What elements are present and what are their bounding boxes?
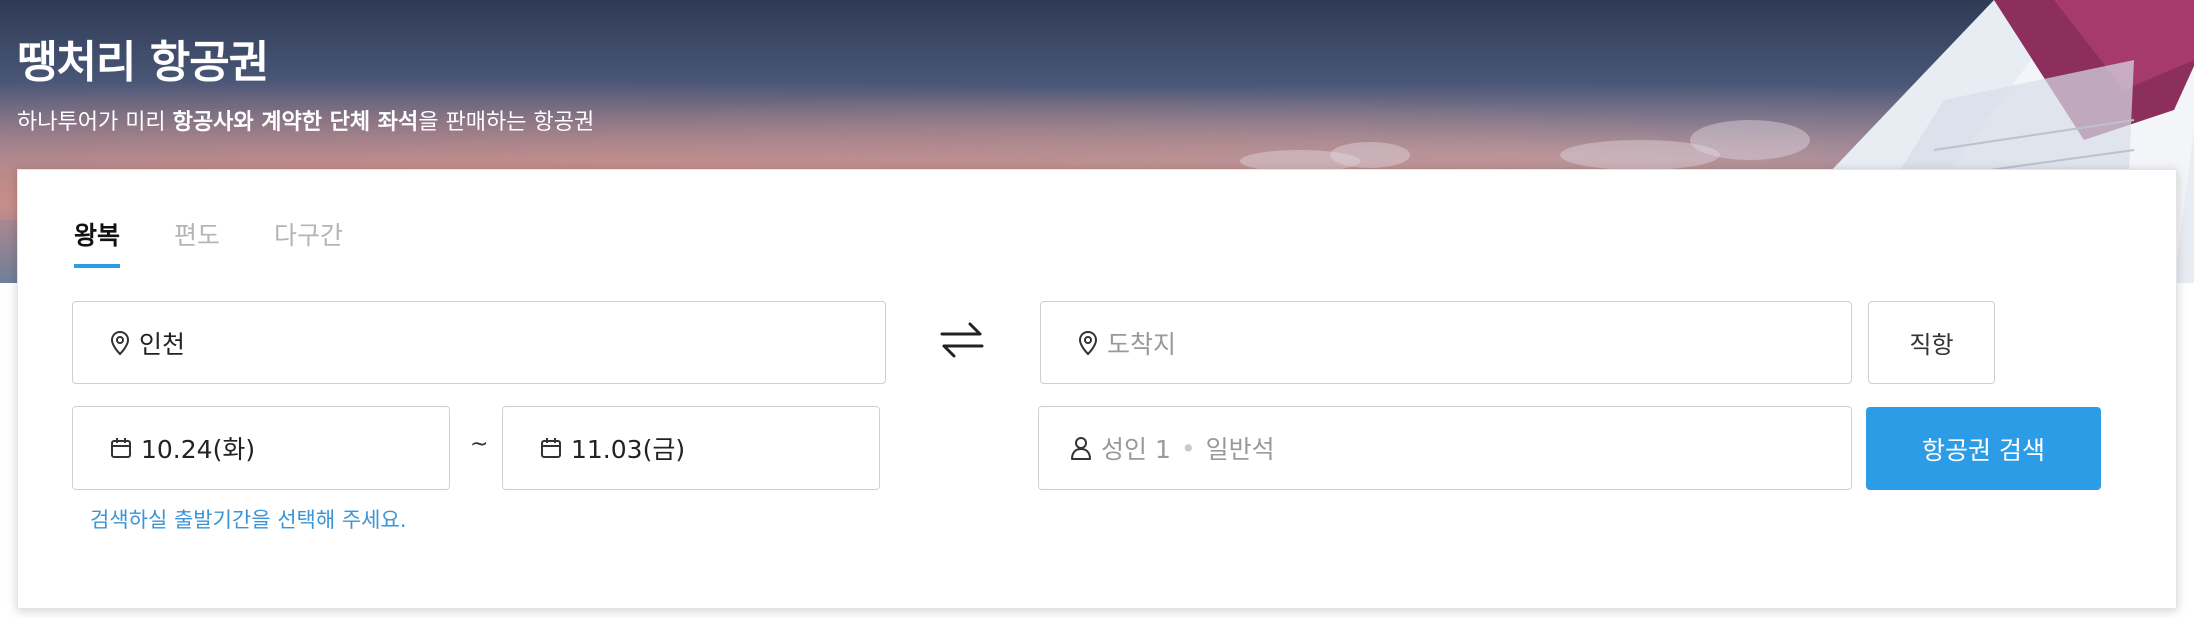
seat-class: 일반석: [1205, 435, 1275, 464]
date-range-separator: ~: [470, 432, 489, 457]
departure-field[interactable]: 인천: [72, 301, 886, 384]
tab-multi-city[interactable]: 다구간: [274, 216, 343, 268]
subtitle-bold: 항공사와 계약한 단체 좌석: [172, 110, 419, 135]
calendar-icon: [109, 436, 133, 460]
end-date-field[interactable]: 11.03(금): [502, 406, 880, 490]
subtitle-post: 을 판매하는 항공권: [418, 110, 595, 135]
separator-dot: •: [1180, 433, 1196, 463]
end-date-value: 11.03(금): [571, 435, 686, 464]
subtitle-pre: 하나투어가 미리: [17, 110, 173, 135]
start-date-value: 10.24(화): [141, 435, 256, 464]
location-pin-icon: [1077, 330, 1099, 356]
arrival-placeholder: 도착지: [1107, 329, 1177, 359]
passenger-class-field[interactable]: 성인 1 • 일반석: [1038, 406, 1852, 490]
page-title: 땡처리 항공권: [17, 37, 269, 88]
direct-flight-button[interactable]: 직항: [1868, 301, 1995, 384]
flight-search-button[interactable]: 항공권 검색: [1866, 407, 2101, 490]
tab-round-trip[interactable]: 왕복: [74, 216, 121, 268]
departure-value: 인천: [139, 329, 186, 359]
passenger-count: 성인 1: [1101, 435, 1171, 464]
arrival-field[interactable]: 도착지: [1040, 301, 1852, 384]
calendar-icon: [539, 436, 563, 460]
tab-one-way[interactable]: 편도: [174, 216, 220, 268]
flight-search-card: 왕복 편도 다구간 인천 도착지 직항 10.24(화) ~ 11.03(금) …: [17, 169, 2177, 609]
trip-type-tabs: 왕복 편도 다구간: [74, 216, 397, 268]
start-date-field[interactable]: 10.24(화): [72, 406, 450, 490]
swap-arrows-icon[interactable]: [938, 320, 986, 364]
location-pin-icon: [109, 330, 131, 356]
page-subtitle: 하나투어가 미리 항공사와 계약한 단체 좌석을 판매하는 항공권: [17, 104, 594, 136]
person-icon: [1069, 435, 1093, 461]
date-hint-text: 검색하실 출발기간을 선택해 주세요.: [90, 508, 407, 532]
